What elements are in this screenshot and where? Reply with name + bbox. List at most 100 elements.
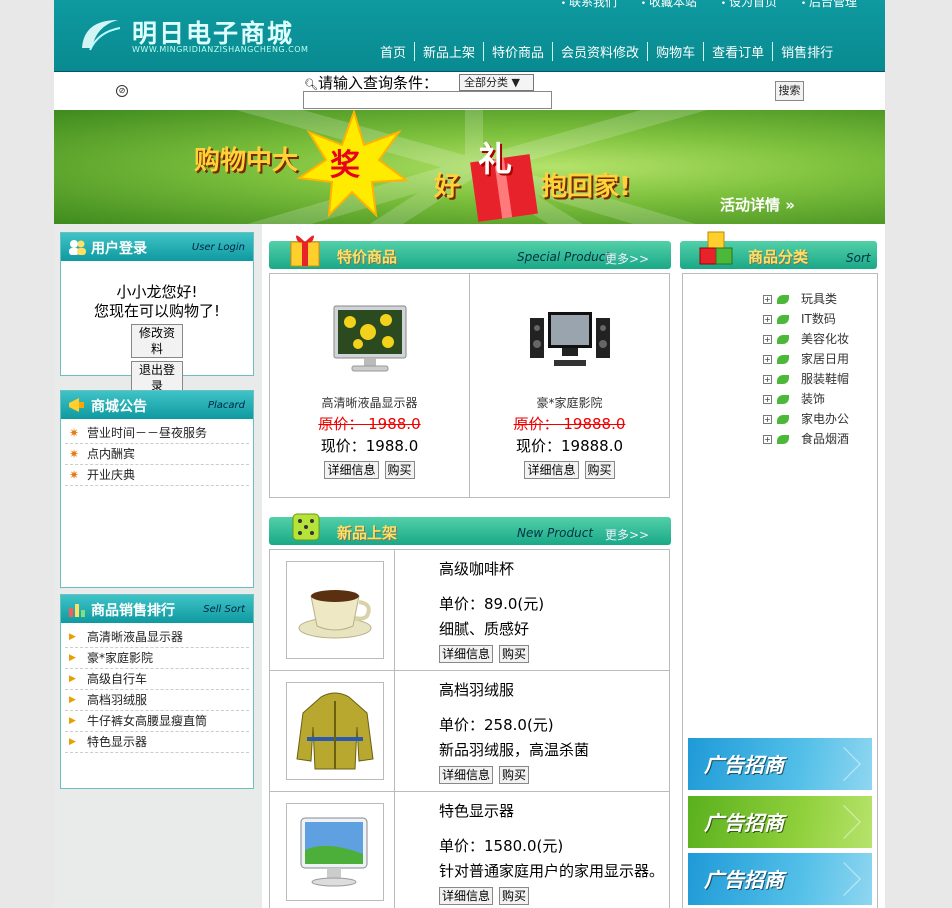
down-jacket-image[interactable] bbox=[286, 682, 384, 780]
buy-button[interactable]: 购买 bbox=[499, 766, 530, 784]
expand-icon[interactable]: + bbox=[763, 335, 772, 344]
product-price: 单价：89.0(元) bbox=[439, 595, 545, 613]
buy-button[interactable]: 购买 bbox=[584, 461, 615, 479]
logo-swoosh-icon bbox=[82, 20, 121, 51]
new-products-title-en: New Product bbox=[517, 526, 594, 540]
category-item-food[interactable]: + 食品烟酒 bbox=[763, 430, 849, 448]
detail-button[interactable]: 详细信息 bbox=[524, 461, 579, 479]
edit-profile-button[interactable]: 修改资料 bbox=[131, 324, 183, 358]
detail-button[interactable]: 详细信息 bbox=[439, 766, 494, 784]
right-sidebar: 商品分类 Sort + 玩具类 + IT数码 + 美容化妆 + 家居日用 + 服装鞋帽 +… bbox=[680, 224, 878, 908]
ad-banner[interactable]: 广告招商 bbox=[688, 738, 872, 790]
expand-icon[interactable]: + bbox=[763, 355, 772, 364]
favorite-link[interactable]: 收藏本站 bbox=[641, 0, 697, 9]
monitor-image[interactable] bbox=[286, 803, 384, 901]
sparkle-bullet-icon: ✷ bbox=[69, 447, 80, 461]
arrow-bullet-icon: ▶ bbox=[69, 695, 76, 705]
coffee-cup-image[interactable] bbox=[286, 561, 384, 659]
category-item-clothing[interactable]: + 服装鞋帽 bbox=[763, 370, 849, 388]
category-header: 商品分类 Sort bbox=[680, 224, 878, 270]
nav-home[interactable]: 首页 bbox=[380, 42, 414, 61]
special-more-link[interactable]: 更多>> bbox=[605, 250, 649, 267]
nav-cart[interactable]: 购物车 bbox=[647, 42, 703, 61]
banner-details-link[interactable]: 活动详情 » bbox=[720, 194, 795, 215]
login-title-en: User Login bbox=[191, 242, 245, 253]
buy-button[interactable]: 购买 bbox=[499, 887, 530, 905]
arrow-icon bbox=[827, 747, 861, 781]
search-label: 🔍︎请输入查询条件： bbox=[304, 74, 438, 92]
arrow-bullet-icon: ▶ bbox=[69, 632, 76, 642]
category-item-decor[interactable]: + 装饰 bbox=[763, 390, 825, 408]
site-logo[interactable]: 明日电子商城 WWW.MINGRIDIANZISHANGCHENG.COM bbox=[78, 14, 308, 58]
sell-rank-item[interactable]: ▶ 高档羽绒服 bbox=[65, 690, 249, 711]
expand-icon[interactable]: + bbox=[763, 435, 772, 444]
expand-icon[interactable]: + bbox=[763, 295, 772, 304]
home-theater-image[interactable] bbox=[528, 302, 612, 376]
login-header: 用户登录 User Login bbox=[61, 233, 253, 261]
new-products-list: 高级咖啡杯 单价：89.0(元) 细腻、质感好 详细信息 购买 高档羽绒服 单价：… bbox=[269, 549, 670, 908]
sell-rank-item[interactable]: ▶ 高级自行车 bbox=[65, 669, 249, 690]
banner-text-3: 抱回家! bbox=[541, 172, 631, 202]
leaf-icon bbox=[777, 295, 789, 304]
category-item-it[interactable]: + IT数码 bbox=[763, 310, 836, 328]
sell-rank-item[interactable]: ▶ 豪*家庭影院 bbox=[65, 648, 249, 669]
login-panel: 用户登录 User Login 小小龙您好! 您现在可以购物了! 修改资料 退出… bbox=[60, 232, 254, 395]
sell-rank-item[interactable]: ▶ 牛仔裤女高腰显瘦直筒 bbox=[65, 711, 249, 732]
leaf-icon bbox=[777, 435, 789, 444]
product-description: 针对普通家庭用户的家用显示器。 bbox=[439, 862, 665, 880]
search-input[interactable] bbox=[303, 91, 552, 109]
product-name[interactable]: 豪*家庭影院 bbox=[470, 394, 669, 411]
category-select[interactable]: 全部分类 ▼ bbox=[459, 74, 534, 91]
ad-banner[interactable]: 广告招商 bbox=[688, 796, 872, 848]
category-item-beauty[interactable]: + 美容化妆 bbox=[763, 330, 849, 348]
placard-title-en: Placard bbox=[207, 400, 245, 411]
placard-item[interactable]: ✷ 点内酬宾 bbox=[65, 444, 249, 465]
new-product-row: 高档羽绒服 单价：258.0(元) 新品羽绒服，高温杀菌 详细信息 购买 bbox=[270, 671, 669, 792]
product-description: 新品羽绒服，高温杀菌 bbox=[439, 741, 590, 759]
sell-rank-item[interactable]: ▶ 特色显示器 bbox=[65, 732, 249, 753]
product-name[interactable]: 高档羽绒服 bbox=[439, 679, 669, 700]
expand-icon[interactable]: + bbox=[763, 395, 772, 404]
ad-banner[interactable]: 广告招商 bbox=[688, 853, 872, 905]
sell-rank-item[interactable]: ▶ 高清晰液晶显示器 bbox=[65, 627, 249, 648]
detail-button[interactable]: 详细信息 bbox=[439, 887, 494, 905]
sell-rank-list: ▶ 高清晰液晶显示器 ▶ 豪*家庭影院 ▶ 高级自行车 ▶ 高档羽绒服 ▶ 牛仔裤女高腰显… bbox=[61, 627, 253, 753]
buy-button[interactable]: 购买 bbox=[384, 461, 415, 479]
placard-item[interactable]: ✷ 营业时间－－昼夜服务 bbox=[65, 423, 249, 444]
nav-sales-rank[interactable]: 销售排行 bbox=[772, 42, 841, 61]
expand-icon[interactable]: + bbox=[763, 375, 772, 384]
new-products-more-link[interactable]: 更多>> bbox=[605, 526, 649, 543]
logo-subtext: WWW.MINGRIDIANZISHANGCHENG.COM bbox=[132, 45, 309, 54]
login-actions: 修改资料 退出登录 bbox=[61, 324, 253, 395]
set-homepage-link[interactable]: 设为首页 bbox=[721, 0, 777, 9]
placard-list: ✷ 营业时间－－昼夜服务 ✷ 点内酬宾 ✷ 开业庆典 bbox=[61, 423, 253, 486]
admin-link[interactable]: 后台管理 bbox=[801, 0, 857, 9]
placard-header: 商城公告 Placard bbox=[61, 391, 253, 419]
promo-banner[interactable]: 购物中大 奖 好 礼 抱回家! 活动详情 » bbox=[54, 110, 885, 224]
product-name[interactable]: 高清晰液晶显示器 bbox=[270, 394, 469, 411]
detail-button[interactable]: 详细信息 bbox=[439, 645, 494, 663]
buy-button[interactable]: 购买 bbox=[499, 645, 530, 663]
nav-new-products[interactable]: 新品上架 bbox=[414, 42, 483, 61]
leaf-icon bbox=[777, 335, 789, 344]
lcd-monitor-image[interactable] bbox=[328, 302, 412, 376]
category-item-toys[interactable]: + 玩具类 bbox=[763, 290, 837, 308]
expand-icon[interactable]: + bbox=[763, 315, 772, 324]
cubes-icon bbox=[699, 231, 733, 265]
nav-orders[interactable]: 查看订单 bbox=[703, 42, 772, 61]
nav-special-products[interactable]: 特价商品 bbox=[483, 42, 552, 61]
nav-member-edit[interactable]: 会员资料修改 bbox=[552, 42, 647, 61]
product-name[interactable]: 特色显示器 bbox=[439, 800, 669, 821]
special-product-card: 高清晰液晶显示器 原价： 1988.0 现价：1988.0 详细信息 购买 bbox=[270, 274, 470, 497]
detail-button[interactable]: 详细信息 bbox=[324, 461, 379, 479]
category-item-home[interactable]: + 家居日用 bbox=[763, 350, 849, 368]
expand-icon[interactable]: + bbox=[763, 415, 772, 424]
login-title: 用户登录 bbox=[91, 241, 147, 257]
product-name[interactable]: 高级咖啡杯 bbox=[439, 558, 669, 579]
original-price: 原价： 19888.0 bbox=[513, 415, 626, 433]
search-button[interactable]: 搜索 bbox=[775, 81, 804, 101]
category-title: 商品分类 bbox=[748, 248, 809, 266]
contact-link[interactable]: 联系我们 bbox=[561, 0, 617, 9]
category-item-appliances[interactable]: + 家电办公 bbox=[763, 410, 849, 428]
placard-item[interactable]: ✷ 开业庆典 bbox=[65, 465, 249, 486]
